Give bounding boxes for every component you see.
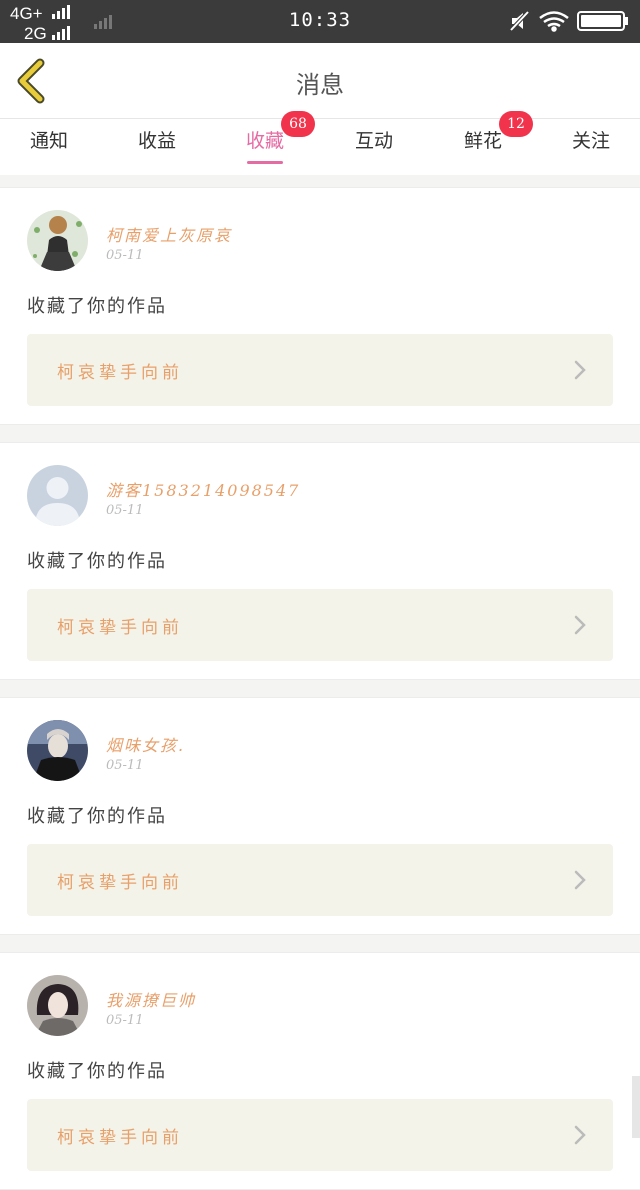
list-item[interactable]: 烟味女孩. 05-11 收藏了你的作品 柯哀挚手向前 bbox=[0, 697, 640, 935]
chevron-right-icon bbox=[574, 615, 586, 635]
work-title: 柯哀挚手向前 bbox=[57, 873, 183, 893]
battery-icon bbox=[577, 11, 628, 31]
action-text: 收藏了你的作品 bbox=[27, 296, 167, 317]
tab-flowers[interactable]: 鲜花 12 bbox=[429, 111, 537, 175]
scrollbar[interactable] bbox=[632, 1076, 640, 1138]
tab-favorites[interactable]: 收藏 68 bbox=[211, 111, 319, 175]
tab-bar: 通知 收益 收藏 68 互动 鲜花 12 关注 bbox=[0, 111, 640, 175]
tab-earnings[interactable]: 收益 bbox=[103, 119, 211, 175]
work-link[interactable]: 柯哀挚手向前 bbox=[27, 1099, 613, 1171]
avatar[interactable] bbox=[27, 720, 88, 781]
username[interactable]: 游客15832140985​47 bbox=[106, 477, 300, 501]
username[interactable]: 我源撩巨帅 bbox=[106, 987, 196, 1011]
active-tab-indicator bbox=[247, 161, 283, 164]
timestamp: 05-11 bbox=[106, 248, 144, 263]
timestamp: 05-11 bbox=[106, 1013, 144, 1028]
work-link[interactable]: 柯哀挚手向前 bbox=[27, 334, 613, 406]
list-item[interactable]: 我源撩巨帅 05-11 收藏了你的作品 柯哀挚手向前 bbox=[0, 952, 640, 1190]
avatar[interactable] bbox=[27, 465, 88, 526]
tab-label: 关注 bbox=[571, 130, 610, 152]
flowers-count-badge: 12 bbox=[499, 111, 533, 137]
tab-interactions[interactable]: 互动 bbox=[320, 119, 428, 175]
tab-label: 互动 bbox=[354, 130, 393, 152]
app-header: 消息 bbox=[0, 43, 640, 119]
username[interactable]: 烟味女孩. bbox=[106, 732, 185, 756]
tab-notifications[interactable]: 通知 bbox=[0, 119, 103, 175]
wifi-icon bbox=[539, 11, 569, 32]
status-icons bbox=[509, 10, 630, 32]
timestamp: 05-11 bbox=[106, 758, 144, 773]
avatar[interactable] bbox=[27, 975, 88, 1036]
status-bar: 4G+ 2G 10:33 bbox=[0, 0, 640, 43]
list-item[interactable]: 游客15832140985​47 05-11 收藏了你的作品 柯哀挚手向前 bbox=[0, 442, 640, 680]
work-link[interactable]: 柯哀挚手向前 bbox=[27, 589, 613, 661]
timestamp: 05-11 bbox=[106, 503, 144, 518]
chevron-right-icon bbox=[574, 1125, 586, 1145]
action-text: 收藏了你的作品 bbox=[27, 1061, 167, 1082]
list-item[interactable]: 柯南爱上灰原哀 05-11 收藏了你的作品 柯哀挚手向前 bbox=[0, 187, 640, 425]
page-title: 消息 bbox=[296, 71, 344, 99]
work-title: 柯哀挚手向前 bbox=[57, 1128, 183, 1148]
tab-label: 收藏 bbox=[245, 130, 284, 152]
tab-label: 通知 bbox=[29, 130, 68, 152]
notification-list: 柯南爱上灰原哀 05-11 收藏了你的作品 柯哀挚手向前 游客158321409… bbox=[0, 175, 640, 1190]
mute-icon bbox=[509, 10, 530, 32]
tab-label: 收益 bbox=[137, 130, 176, 152]
chevron-right-icon bbox=[574, 360, 586, 380]
action-text: 收藏了你的作品 bbox=[27, 551, 167, 572]
avatar[interactable] bbox=[27, 210, 88, 271]
tab-label: 鲜花 bbox=[463, 130, 502, 152]
chevron-right-icon bbox=[574, 870, 586, 890]
tab-following[interactable]: 关注 bbox=[537, 119, 640, 175]
favorites-count-badge: 68 bbox=[281, 111, 315, 137]
work-link[interactable]: 柯哀挚手向前 bbox=[27, 844, 613, 916]
username[interactable]: 柯南爱上灰原哀 bbox=[106, 222, 232, 246]
work-title: 柯哀挚手向前 bbox=[57, 618, 183, 638]
work-title: 柯哀挚手向前 bbox=[57, 363, 183, 383]
action-text: 收藏了你的作品 bbox=[27, 806, 167, 827]
